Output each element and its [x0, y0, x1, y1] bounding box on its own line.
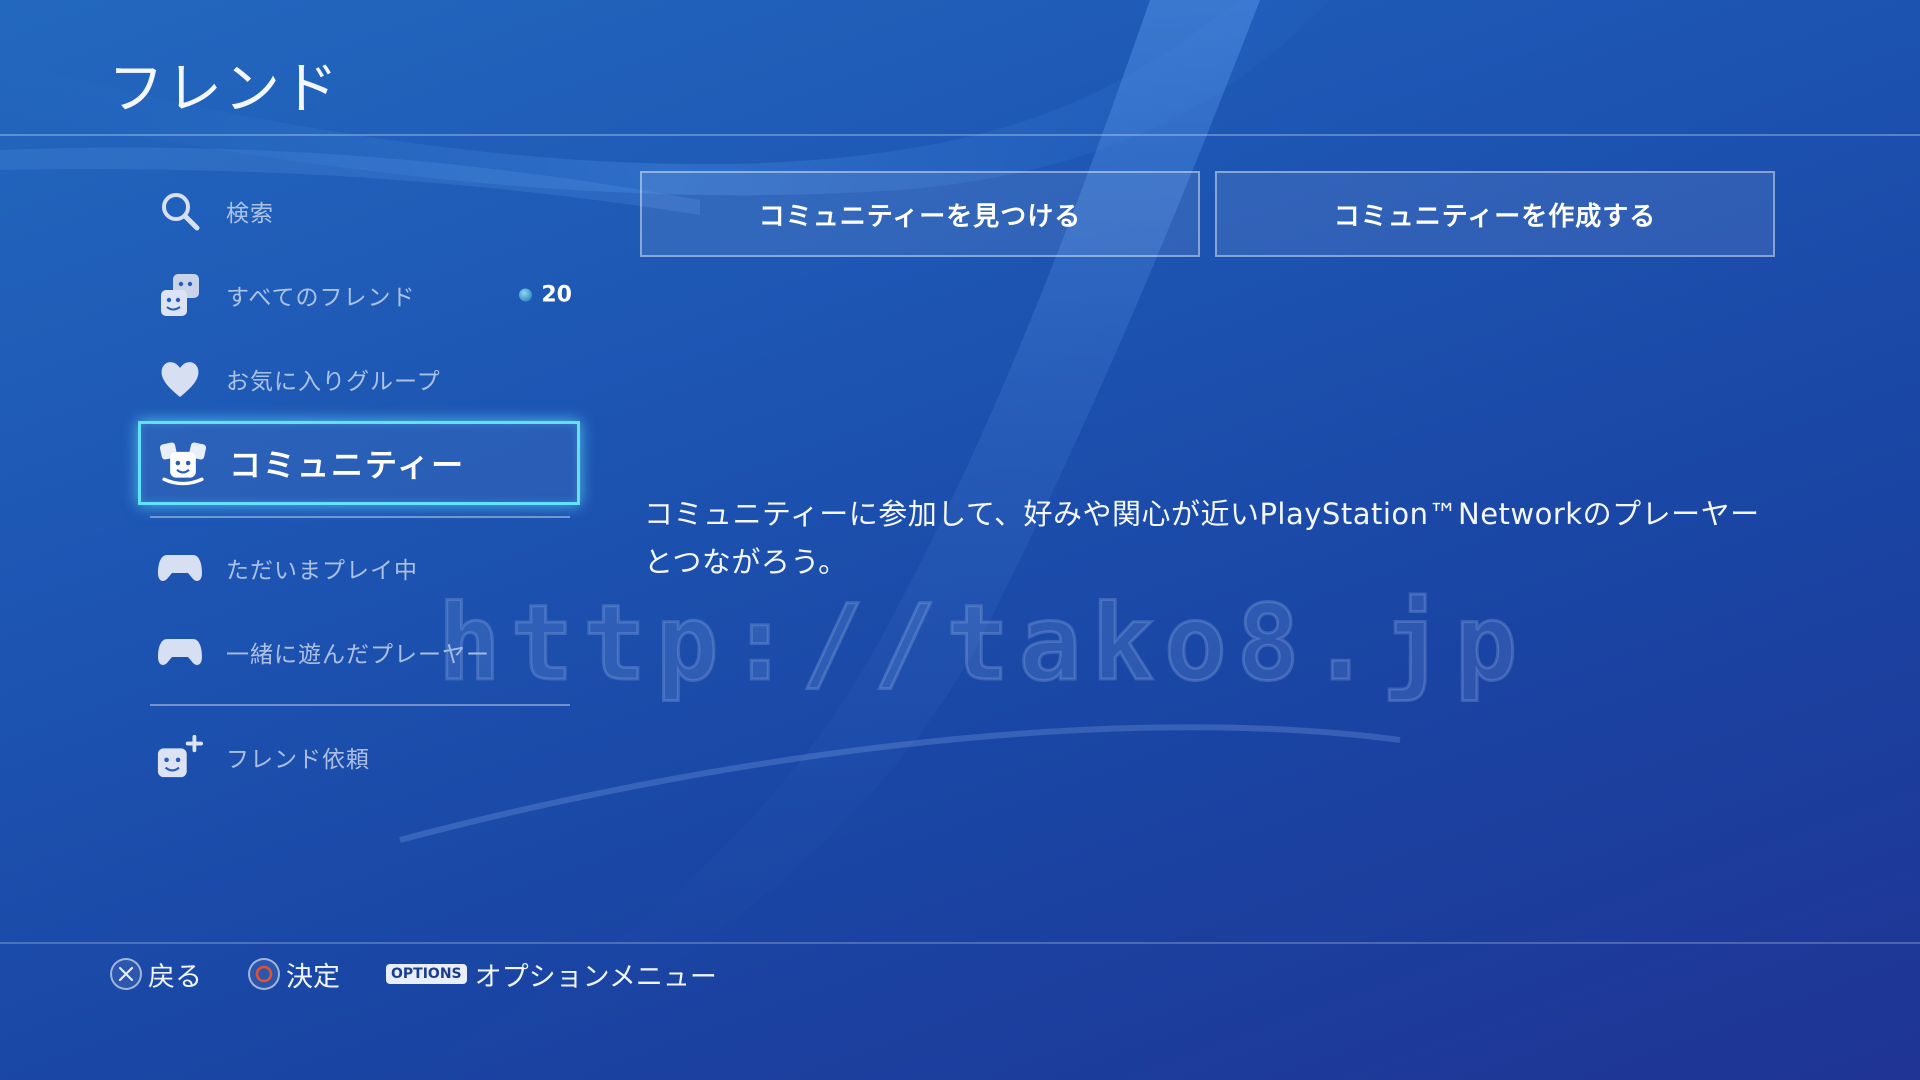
sidebar-divider — [150, 516, 570, 518]
back-label: 戻る — [148, 961, 202, 993]
community-description: コミュニティーに参加して、好みや関心が近いPlayStation™Network… — [644, 490, 1784, 586]
heart-icon — [156, 355, 204, 403]
options-hint[interactable]: OPTIONS オプションメニュー — [386, 952, 717, 996]
sidebar-item-label: お気に入りグループ — [226, 369, 441, 395]
sidebar-item-favorite-groups[interactable]: お気に入りグループ — [138, 344, 580, 414]
sidebar-item-search[interactable]: 検索 — [138, 176, 580, 246]
sidebar-item-community[interactable]: コミュニティー — [138, 421, 580, 505]
sidebar-item-label: 検索 — [226, 201, 274, 227]
description-line: とつながろう。 — [644, 545, 848, 579]
sidebar-item-friend-requests[interactable]: フレンド依頼 — [138, 722, 580, 792]
confirm-label: 決定 — [286, 961, 340, 993]
create-community-button[interactable]: コミュニティーを作成する — [1215, 171, 1775, 257]
description-line: コミュニティーに参加して、好みや関心が近いPlayStation™Network… — [644, 497, 1760, 531]
sidebar-item-label: フレンド依頼 — [226, 747, 370, 773]
online-dot-icon — [519, 288, 533, 302]
search-icon — [156, 187, 204, 235]
sidebar-item-label: すべてのフレンド — [226, 285, 416, 311]
options-label: オプションメニュー — [474, 961, 717, 993]
confirm-hint[interactable]: 決定 — [248, 952, 340, 996]
friend-request-icon — [156, 733, 204, 781]
cross-button-icon — [110, 958, 142, 990]
find-community-button[interactable]: コミュニティーを見つける — [640, 171, 1200, 257]
header-divider — [0, 134, 1920, 136]
friend-count: 20 — [541, 282, 572, 308]
friends-icon — [156, 271, 204, 319]
sidebar-divider — [150, 704, 570, 706]
sidebar-item-all-friends[interactable]: すべてのフレンド 20 — [138, 260, 580, 330]
gamepad-icon — [156, 544, 204, 592]
friend-count-badge: 20 — [519, 283, 572, 308]
page-title: フレンド — [108, 57, 340, 122]
gamepad-icon — [156, 628, 204, 676]
community-icon — [159, 439, 207, 487]
back-hint[interactable]: 戻る — [110, 952, 202, 996]
sidebar-item-label: ただいまプレイ中 — [226, 558, 418, 584]
watermark-text: http://tako8.jp — [436, 581, 1528, 706]
sidebar-item-label: コミュニティー — [229, 446, 466, 484]
options-button-icon: OPTIONS — [386, 964, 467, 984]
circle-button-icon — [248, 958, 280, 990]
footer-divider — [0, 942, 1920, 944]
